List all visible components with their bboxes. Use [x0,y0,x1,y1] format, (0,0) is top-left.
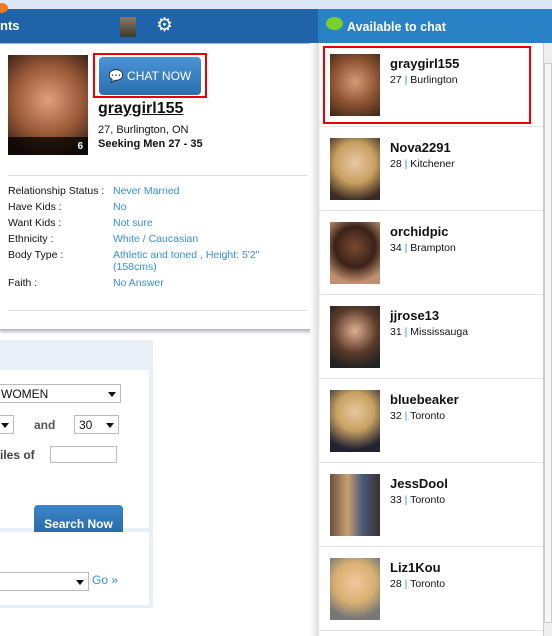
user-photo[interactable] [330,222,380,284]
attr-label: Faith : [8,277,38,289]
chat-user-item[interactable]: bluebeaker 32 | Toronto [319,379,543,463]
attr-label: Ethnicity : [8,233,54,245]
attr-row: Body Type : Athletic and toned , Height: … [8,249,308,273]
user-name[interactable]: jjrose13 [390,308,439,323]
gear-icon[interactable]: ⚙ [156,16,173,36]
attr-value: Not sure [113,217,153,229]
attr-value: No [113,201,127,213]
user-details: 31 | Mississauga [390,326,469,338]
header-title[interactable]: nts [0,18,20,33]
attr-row: Faith : No Answer [8,277,308,289]
chat-user-list: graygirl155 27 | Burlington Nova2291 28 | … [319,43,543,636]
user-details: 32 | Toronto [390,410,446,422]
chat-user-item[interactable]: Nova2291 28 | Kitchener [319,127,543,211]
attr-value: Never Married [113,185,180,197]
profile-seeking: Seeking Men 27 - 35 [98,138,203,150]
attr-row: Want Kids : Not sure [8,217,308,229]
quick-nav-box [0,532,149,605]
chat-now-button[interactable]: 💬 CHAT NOW [99,57,201,95]
chat-panel-title: Available to chat [347,20,446,34]
miles-label: iles of [0,448,35,462]
main-header: nts ⚙ [0,3,318,43]
chat-now-label: CHAT NOW [127,69,192,83]
profile-username[interactable]: graygirl155 [98,100,183,118]
user-photo[interactable] [330,558,380,620]
divider [8,175,307,176]
attr-value: No Answer [113,277,164,289]
chat-now-highlight: 💬 CHAT NOW [93,53,207,98]
age-max-value: 30 [79,418,93,432]
chat-user-item[interactable]: JessDool 33 | Toronto [319,463,543,547]
attr-label: Have Kids : [8,201,62,213]
user-photo[interactable] [330,474,380,536]
user-details: 33 | Toronto [390,494,446,506]
attr-row: Ethnicity : White / Caucasian [8,233,308,245]
profile-card: 6 💬 CHAT NOW graygirl155 27, Burlington,… [0,43,318,330]
chevron-down-icon [1,423,9,428]
age-max-select[interactable]: 30 [74,415,119,434]
chat-user-item[interactable]: jjrose13 31 | Mississauga [319,295,543,379]
gender-select[interactable]: WOMEN [0,384,121,403]
seeking-label: Seeking Men [98,138,166,150]
user-photo[interactable] [330,54,380,116]
profile-location: 27, Burlington, ON [98,124,189,136]
search-panel: WOMEN and 30 iles of Search Now Go » [0,340,153,608]
user-name[interactable]: graygirl155 [390,56,459,71]
chat-user-item[interactable]: graygirl155 27 | Burlington [319,43,543,127]
and-label: and [34,418,56,432]
user-photo[interactable] [330,306,380,368]
scrollbar-thumb[interactable] [544,63,552,623]
chat-user-item[interactable]: orchidpic 34 | Brampton [319,211,543,295]
chat-bubble-icon [326,17,343,30]
user-name[interactable]: orchidpic [390,224,449,239]
user-details: 27 | Burlington [390,74,458,86]
seeking-range: 27 - 35 [168,138,203,150]
user-name[interactable]: bluebeaker [390,392,459,407]
user-name[interactable]: JessDool [390,476,448,491]
user-avatar[interactable] [120,17,136,37]
quick-nav-select[interactable] [0,572,89,591]
profile-attributes: Relationship Status : Never Married Have … [8,185,308,293]
profile-photo[interactable]: 6 [8,55,88,155]
chevron-down-icon [106,423,114,428]
chevron-down-icon [76,580,84,585]
panel-shadow [310,43,319,636]
attr-row: Relationship Status : Never Married [8,185,308,197]
user-details: 28 | Kitchener [390,158,455,170]
user-name[interactable]: Liz1Kou [390,560,441,575]
chat-panel-header: Available to chat [318,9,552,43]
attr-value: Athletic and toned , Height: 5'2"(158cms… [113,249,260,273]
search-form: WOMEN and 30 iles of Search Now [0,370,149,543]
chat-bubble-icon: 💬 [108,69,124,83]
user-details: 28 | Toronto [390,578,446,590]
divider [8,310,307,311]
user-name[interactable]: Nova2291 [390,140,451,155]
go-link[interactable]: Go » [92,573,118,587]
chevron-down-icon [108,392,116,397]
attr-row: Have Kids : No [8,201,308,213]
gender-value: WOMEN [1,387,49,401]
zip-input[interactable] [50,446,117,463]
attr-label: Relationship Status : [8,185,105,197]
attr-value: White / Caucasian [113,233,199,245]
age-min-select[interactable] [0,415,14,434]
attr-label: Body Type : [8,249,64,261]
user-photo[interactable] [330,138,380,200]
notification-badge[interactable] [0,3,8,13]
photo-count: 6 [8,137,88,155]
top-strip [0,0,552,9]
chat-user-item[interactable]: Liz1Kou 28 | Toronto [319,547,543,631]
attr-label: Want Kids : [8,217,62,229]
chat-list-scrollbar[interactable] [543,43,552,636]
user-photo[interactable] [330,390,380,452]
user-details: 34 | Brampton [390,242,456,254]
